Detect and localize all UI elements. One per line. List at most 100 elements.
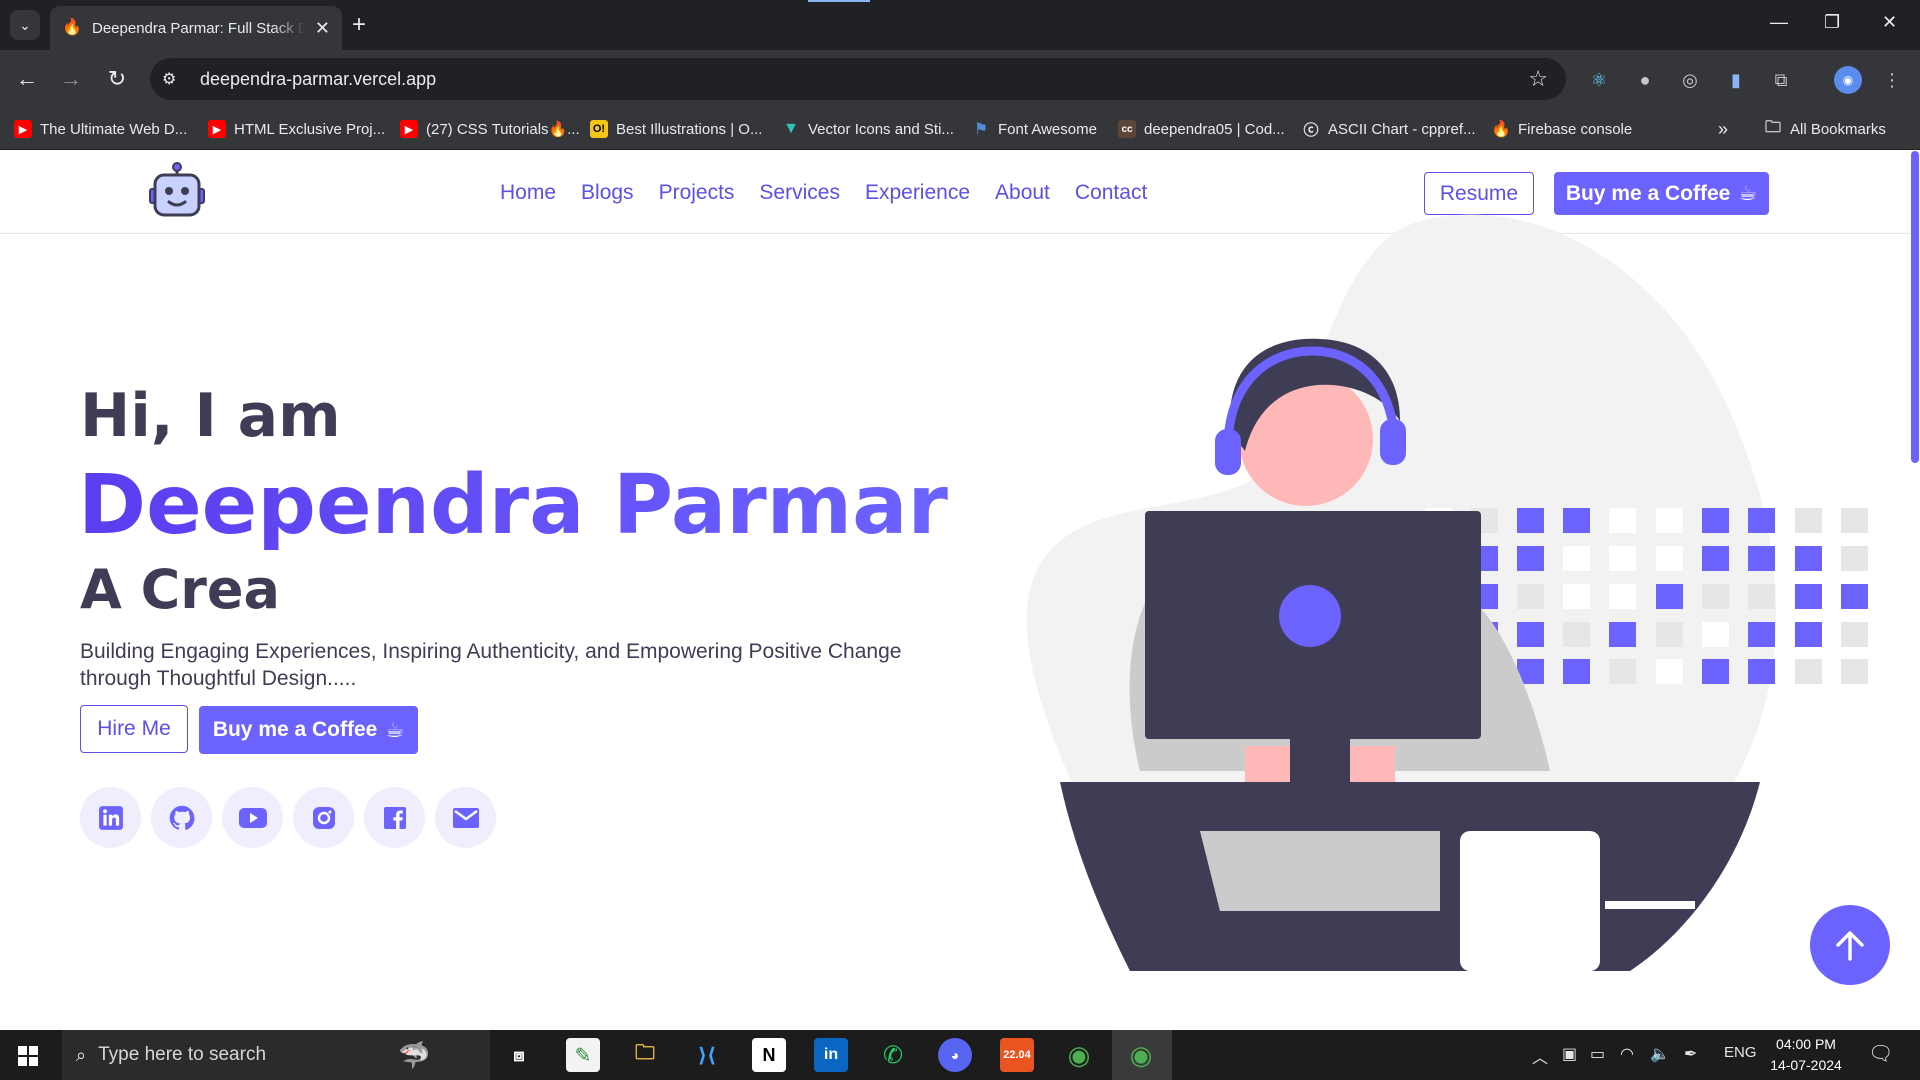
profile-avatar[interactable]: ◉ (1834, 66, 1862, 94)
pen-icon[interactable]: ✒ (1684, 1044, 1697, 1064)
buy-coffee-header-button[interactable]: Buy me a Coffee ☕ (1554, 172, 1769, 215)
bookmark-item[interactable]: ▶ The Ultimate Web D... (14, 116, 187, 142)
tray-chevron-up-icon[interactable]: ︿ (1532, 1044, 1548, 1068)
bookmark-item[interactable]: cc deependra05 | Cod... (1118, 116, 1285, 142)
developer-illustration (1026, 214, 1868, 971)
task-view-icon[interactable]: ⧈ (502, 1038, 536, 1072)
react-devtools-icon[interactable]: ⚛ (1587, 68, 1611, 92)
extensions-puzzle-icon[interactable]: ⧉ (1769, 68, 1793, 92)
docs-extension-icon[interactable]: ▮ (1724, 68, 1748, 92)
new-tab-button[interactable]: + (352, 12, 366, 38)
battery-icon[interactable]: ▭ (1590, 1044, 1605, 1064)
youtube-link[interactable] (222, 787, 283, 848)
nav-services[interactable]: Services (759, 181, 840, 205)
main-nav: Home Blogs Projects Services Experience … (500, 181, 1147, 205)
volume-icon[interactable]: 🔈 (1650, 1044, 1670, 1064)
coffee-label: Buy me a Coffee (1565, 181, 1731, 205)
instagram-link[interactable] (293, 787, 354, 848)
tray-app-icon[interactable]: ▣ (1562, 1044, 1577, 1064)
language-indicator[interactable]: ENG (1724, 1044, 1757, 1061)
right-hand-shape (1350, 746, 1395, 782)
social-links (80, 787, 496, 848)
hero-typed-role: A Crea (80, 558, 280, 621)
clock-time: 04:00 PM (1776, 1036, 1836, 1052)
vscode-icon[interactable]: ⟩⟨ (690, 1038, 724, 1072)
codechef-icon: cc (1118, 120, 1136, 138)
tab-close-icon[interactable]: ✕ (315, 18, 330, 39)
hire-me-button[interactable]: Hire Me (80, 705, 188, 753)
youtube-icon: ▶ (400, 120, 418, 138)
cppref-icon: ⓒ (1303, 121, 1319, 139)
bookmark-item[interactable]: ▶ (27) CSS Tutorials🔥... (400, 116, 580, 142)
nav-projects[interactable]: Projects (659, 181, 735, 205)
page-scrollbar-thumb[interactable] (1911, 151, 1919, 463)
address-bar[interactable]: ⚙ deependra-parmar.vercel.app ☆ (150, 58, 1566, 100)
facebook-link[interactable] (364, 787, 425, 848)
chrome-icon[interactable]: ◉ (1062, 1038, 1096, 1072)
bookmark-star-icon[interactable]: ☆ (1528, 66, 1548, 92)
nav-home[interactable]: Home (500, 181, 556, 205)
back-button[interactable]: ← (14, 66, 40, 92)
notion-icon[interactable]: N (752, 1038, 786, 1072)
search-placeholder: Type here to search (98, 1044, 267, 1065)
linkedin-icon (98, 805, 123, 830)
robot-logo-icon[interactable] (145, 161, 209, 225)
github-icon (169, 805, 194, 830)
resume-button[interactable]: Resume (1424, 172, 1534, 215)
wifi-icon[interactable]: ◠ (1620, 1044, 1634, 1064)
forward-button[interactable]: → (58, 66, 84, 92)
whatsapp-icon[interactable]: ✆ (876, 1038, 910, 1072)
bookmark-item[interactable]: 🔥 Firebase console (1491, 116, 1632, 142)
nav-about[interactable]: About (995, 181, 1050, 205)
mail-link[interactable] (435, 787, 496, 848)
tab-search-button[interactable]: ⌄ (10, 10, 40, 40)
menu-kebab-icon[interactable]: ⋮ (1880, 68, 1904, 92)
site-info-icon[interactable]: ⚙ (162, 69, 186, 89)
person-legs-shape (1200, 831, 1440, 911)
taskbar-search-box[interactable]: ⌕ Type here to search 🦈 (62, 1030, 490, 1080)
nav-contact[interactable]: Contact (1075, 181, 1147, 205)
bookmark-item[interactable]: ▼ Vector Icons and Sti... (782, 116, 954, 142)
buy-coffee-hero-button[interactable]: Buy me a Coffee ☕ (199, 706, 418, 754)
bookmark-label: (27) CSS Tutorials🔥... (426, 121, 580, 138)
facebook-icon (383, 806, 406, 829)
scroll-to-top-button[interactable] (1810, 905, 1890, 985)
extension-icon[interactable]: ● (1633, 68, 1657, 92)
bookmarks-overflow-chevron-icon[interactable]: » (1718, 116, 1728, 142)
linkedin-link[interactable] (80, 787, 141, 848)
coffee-cup-icon: ☕ (1738, 182, 1758, 205)
restore-button[interactable]: ❐ (1824, 12, 1840, 33)
fire-favicon-icon: 🔥 (62, 19, 82, 36)
tab-group-indicator (808, 0, 870, 2)
bookmark-item[interactable]: O! Best Illustrations | O... (590, 116, 762, 142)
all-bookmarks-folder[interactable]: 🗀 All Bookmarks (1764, 116, 1886, 142)
maps-app-icon[interactable]: ✎ (566, 1038, 600, 1072)
bookmark-item[interactable]: ⚑ Font Awesome (972, 116, 1097, 142)
bookmark-item[interactable]: ▶ HTML Exclusive Proj... (208, 116, 385, 142)
taskbar-clock[interactable]: 04:00 PM 14-07-2024 (1766, 1034, 1846, 1076)
target-extension-icon[interactable]: ◎ (1678, 68, 1702, 92)
bookmarks-bar: ▶ The Ultimate Web D... ▶ HTML Exclusive… (0, 108, 1920, 150)
ubuntu-icon[interactable]: 22.04 (1000, 1038, 1034, 1072)
minimize-button[interactable]: — (1770, 12, 1788, 33)
laptop-logo-circle (1279, 585, 1341, 647)
windows-start-icon[interactable] (18, 1046, 38, 1066)
reload-button[interactable]: ↻ (104, 66, 130, 92)
chair-arm-shape (1605, 901, 1695, 909)
hero-greeting: Hi, I am (80, 381, 341, 451)
browser-tab-active[interactable]: 🔥 Deependra Parmar: Full Stack D ✕ (50, 6, 342, 50)
headphone-right-shape (1380, 419, 1406, 465)
folder-icon: 🗀 (1764, 118, 1781, 136)
webpage-viewport: Home Blogs Projects Services Experience … (0, 151, 1910, 1030)
close-window-button[interactable]: ✕ (1882, 12, 1897, 33)
nav-blogs[interactable]: Blogs (581, 181, 634, 205)
bookmark-item[interactable]: ⓒ ASCII Chart - cppref... (1302, 116, 1475, 142)
github-link[interactable] (151, 787, 212, 848)
oi-icon: O! (590, 120, 608, 138)
linkedin-app-icon[interactable]: in (814, 1038, 848, 1072)
nav-experience[interactable]: Experience (865, 181, 970, 205)
notifications-icon[interactable]: 🗨 (1868, 1041, 1893, 1066)
chrome-active-icon[interactable]: ◉ (1124, 1038, 1158, 1072)
file-explorer-icon[interactable]: 🗀 (628, 1038, 662, 1072)
discord-icon[interactable]: ◕ (938, 1038, 972, 1072)
